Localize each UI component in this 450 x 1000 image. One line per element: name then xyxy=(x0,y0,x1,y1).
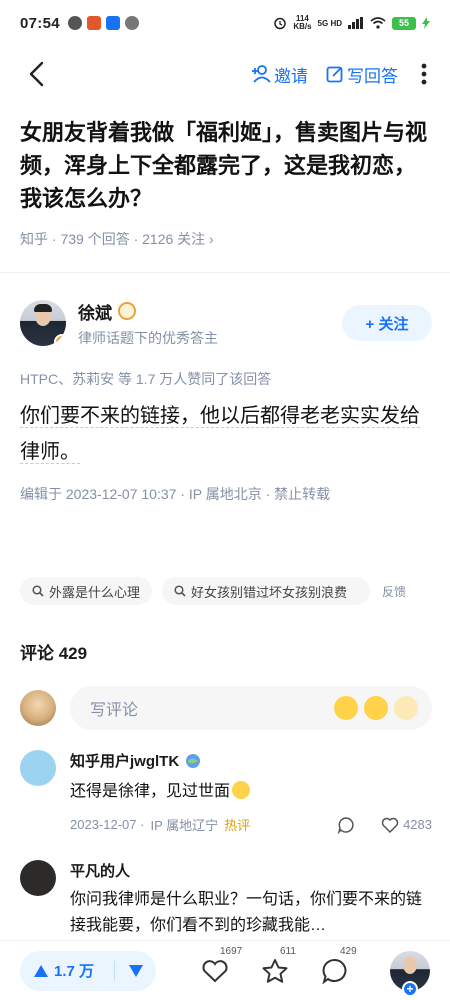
divider xyxy=(0,272,450,273)
voters-line[interactable]: HTPC、苏莉安 等 1.7 万人赞同了该回答 xyxy=(20,369,271,389)
comment-text: 还得是徐律，见过世面 xyxy=(70,779,432,805)
alarm-clock-icon xyxy=(274,17,287,30)
tag-label: 外露是什么心理 xyxy=(49,584,141,600)
excellent-badge-icon xyxy=(54,334,66,346)
author-follow-avatar[interactable]: + xyxy=(390,950,430,997)
invite-label: 邀请 xyxy=(274,66,308,86)
comment-bubble-icon xyxy=(322,958,347,984)
author-avatar[interactable] xyxy=(20,300,66,346)
author-row: 徐斌 律师话题下的优秀答主 + 关注 xyxy=(20,295,432,351)
my-avatar xyxy=(20,690,56,726)
author-name-row: 徐斌 xyxy=(78,299,218,324)
net-speed: 114 KB/s xyxy=(293,14,312,31)
signal-icon xyxy=(348,17,363,29)
follow-button[interactable]: + 关注 xyxy=(342,305,432,341)
answer-content[interactable]: 你们要不来的链接，他以后都得老老实实发给律师。 xyxy=(20,398,432,470)
vote-count: 1.7 万 xyxy=(54,963,95,980)
commenter-name-row: 平凡的人 xyxy=(70,860,432,881)
comment-like-button[interactable]: 4283 xyxy=(381,817,432,833)
top-nav: 邀请 写回答 xyxy=(0,46,450,102)
comment-placeholder: 写评论 xyxy=(90,702,139,719)
comment-input[interactable]: 写评论 xyxy=(70,686,432,730)
hot-badge: 热评 xyxy=(224,818,251,833)
like-button[interactable]: 1697 xyxy=(200,946,242,986)
charging-icon xyxy=(422,17,430,29)
search-icon xyxy=(32,585,44,597)
laughing-emoji-icon xyxy=(232,781,251,799)
notification-icons xyxy=(67,16,139,30)
edit-icon xyxy=(326,66,343,83)
globe-badge-icon xyxy=(186,753,201,768)
battery-indicator: 55 xyxy=(392,16,416,30)
question-meta[interactable]: 知乎 · 739 个回答 · 2126 关注 › xyxy=(20,229,214,249)
comment-item: 知乎用户jwglTK 还得是徐律，见过世面 2023-12-07 · IP 属地… xyxy=(20,750,432,834)
comment-item: 平凡的人 你问我律师是什么职业？一句话，你们要不来的链接我能要，你们看不到的珍藏… xyxy=(20,860,432,939)
message-notification-icon xyxy=(105,16,120,30)
comments-header: 评论 429 xyxy=(20,644,88,663)
commenter-avatar[interactable] xyxy=(20,860,56,896)
laughing-emoji-icon[interactable] xyxy=(364,696,388,720)
related-tag[interactable]: 外露是什么心理 xyxy=(20,577,153,605)
bottom-action-bar: 1.7 万 1697 611 429 + xyxy=(0,940,450,1000)
upvote-triangle-icon xyxy=(34,964,48,977)
emoji-shortcuts xyxy=(334,696,418,720)
upvote-button[interactable]: 1.7 万 xyxy=(20,960,114,981)
comment-button[interactable]: 429 xyxy=(320,946,357,986)
edit-info: 编辑于 2023-12-07 10:37 · IP 属地北京 · 禁止转载 xyxy=(20,486,331,502)
downvote-triangle-icon xyxy=(128,964,143,977)
author-info: 徐斌 律师话题下的优秀答主 xyxy=(78,299,218,348)
collect-button[interactable]: 611 xyxy=(260,946,296,986)
comment-text: 你问我律师是什么职业？一句话，你们要不来的链接我能要，你们看不到的珍藏我能… xyxy=(70,891,423,934)
related-tags: 外露是什么心理 好女孩别错过坏女孩别浪费 反馈 xyxy=(20,577,440,605)
search-icon xyxy=(174,585,186,597)
tag-label: 好女孩别错过坏女孩别浪费 xyxy=(191,584,348,600)
wifi-icon xyxy=(370,17,386,29)
more-button[interactable] xyxy=(416,63,432,85)
app-notification-icon xyxy=(86,16,101,30)
sync-icon xyxy=(67,16,82,30)
author-description: 律师话题下的优秀答主 xyxy=(78,329,218,346)
status-right: 114 KB/s 5G HD 55 xyxy=(273,15,430,31)
comment-ip: IP 属地辽宁 xyxy=(150,818,219,833)
question-title[interactable]: 女朋友背着我做「福利姬」，售卖图片与视频，浑身上下全都露完了，这是我初恋，我该怎… xyxy=(20,116,430,215)
chevron-left-icon xyxy=(29,61,44,87)
feedback-link[interactable]: 反馈 xyxy=(382,583,406,600)
status-bar: 07:54 114 KB/s 5G HD 55 xyxy=(0,0,450,46)
write-answer-button[interactable]: 写回答 xyxy=(326,62,398,87)
status-time: 07:54 xyxy=(20,14,60,32)
heart-icon xyxy=(381,817,399,833)
comment-date: 2023-12-07 · xyxy=(70,817,145,832)
add-person-icon xyxy=(252,65,271,83)
like-count: 1697 xyxy=(220,945,243,957)
heart-icon xyxy=(202,959,228,982)
plus-icon: + xyxy=(402,980,418,997)
nav-actions: 邀请 写回答 xyxy=(251,62,432,87)
shocked-emoji-icon[interactable] xyxy=(334,696,358,720)
comment-meta: 2023-12-07 · IP 属地辽宁 热评 4283 xyxy=(70,815,432,834)
smile-emoji-icon[interactable] xyxy=(394,696,418,720)
network-type: 5G HD xyxy=(317,18,342,28)
verified-icon xyxy=(118,302,136,320)
invite-button[interactable]: 邀请 xyxy=(251,62,308,87)
more-vertical-icon xyxy=(421,63,427,85)
collect-count: 611 xyxy=(280,945,296,957)
commenter-name-row: 知乎用户jwglTK xyxy=(70,750,432,771)
vote-control: 1.7 万 xyxy=(20,950,156,991)
back-button[interactable] xyxy=(18,56,54,92)
commenter-name[interactable]: 平凡的人 xyxy=(70,860,130,881)
author-name[interactable]: 徐斌 xyxy=(78,299,112,324)
alarm-icon xyxy=(124,16,139,30)
reply-icon[interactable] xyxy=(337,816,355,834)
commenter-avatar[interactable] xyxy=(20,750,56,786)
comment-actions: 4283 xyxy=(337,816,432,834)
related-tag[interactable]: 好女孩别错过坏女孩别浪费 xyxy=(162,577,371,605)
write-answer-label: 写回答 xyxy=(347,66,398,86)
comment-like-count: 4283 xyxy=(403,817,432,832)
star-icon xyxy=(262,958,288,983)
answer-text: 你们要不来的链接，他以后都得老老实实发给律师。 xyxy=(20,405,420,464)
commenter-name[interactable]: 知乎用户jwglTK xyxy=(70,750,179,771)
comment-input-row: 写评论 xyxy=(20,685,432,731)
comment-count: 429 xyxy=(340,945,357,957)
downvote-button[interactable] xyxy=(115,964,156,977)
